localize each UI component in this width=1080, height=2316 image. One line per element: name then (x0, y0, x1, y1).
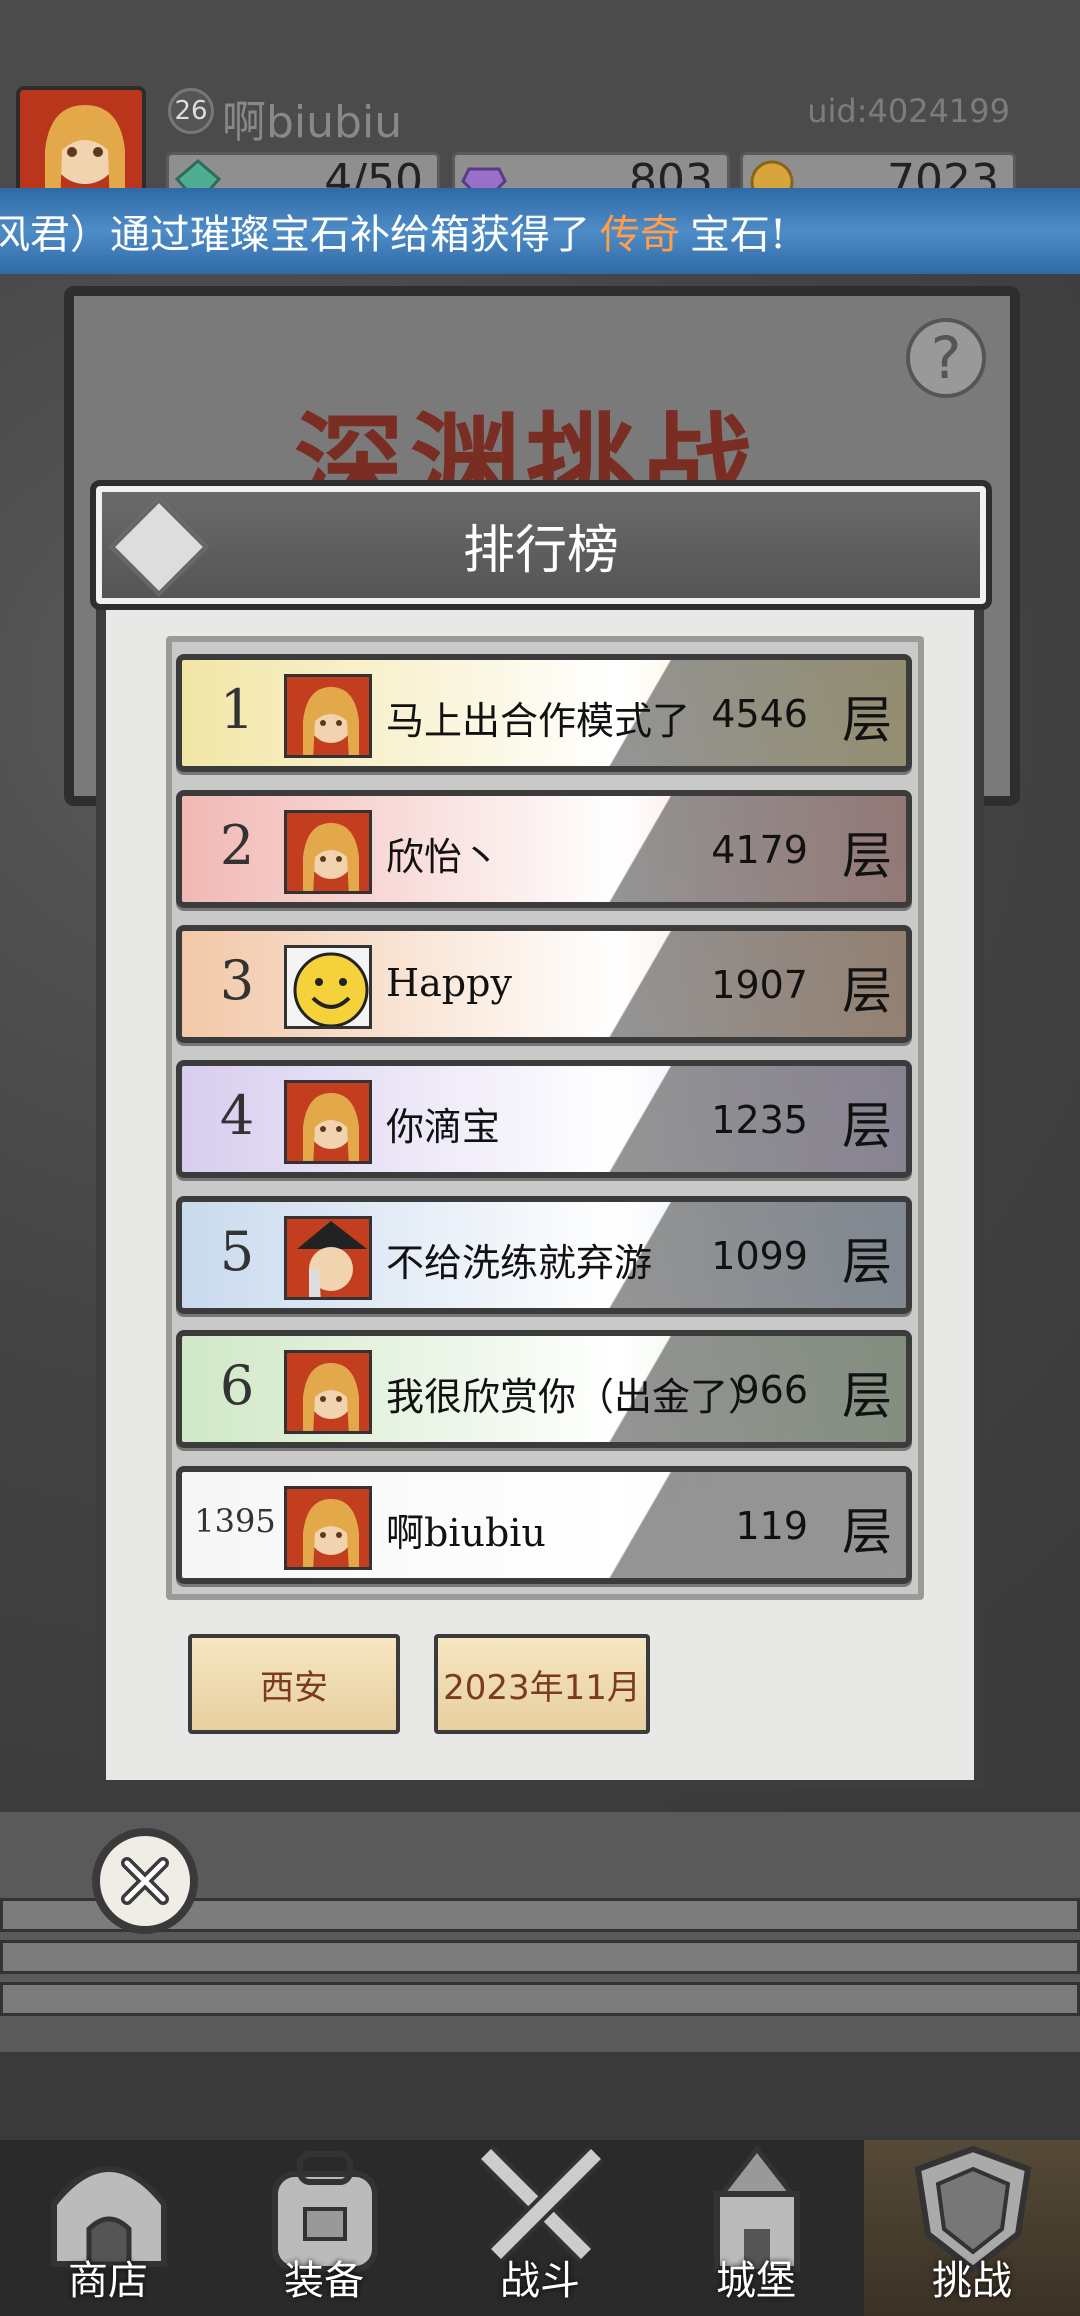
rank-number: 5 (219, 1220, 255, 1283)
girl-avatar-icon (284, 674, 372, 758)
floor-unit: 层 (842, 691, 892, 749)
girl-avatar-icon (284, 1350, 372, 1434)
witch-avatar-icon (284, 1216, 372, 1300)
player-name: 你滴宝 (386, 1105, 501, 1149)
uid-label: uid:4024199 (807, 92, 1010, 130)
date-filter-button[interactable]: 2023年11月 (434, 1634, 650, 1734)
nav-shield[interactable]: 挑战 (864, 2140, 1080, 2316)
floor-score: 1235 (711, 1098, 808, 1142)
rank-number: 1395 (194, 1502, 276, 1540)
player-name: 啊biubiu (222, 97, 403, 148)
close-icon (121, 1857, 169, 1905)
ranking-icon (109, 497, 209, 597)
girl-avatar-icon (284, 810, 372, 894)
rank-number: 6 (219, 1354, 255, 1417)
nav-backpack[interactable]: 装备 (216, 2140, 432, 2316)
nav-castle[interactable]: 城堡 (648, 2140, 864, 2316)
player-name: 欣怡丶 (386, 835, 501, 879)
marquee-suffix: 宝石! (690, 212, 787, 258)
player-name: 我很欣赏你（出金了） (386, 1375, 767, 1419)
leaderboard-row[interactable]: 3 Happy 1907 层 (176, 925, 912, 1043)
player-name: 马上出合作模式了 (386, 699, 691, 743)
nav-label: 商店 (68, 2258, 148, 2304)
smiley-avatar-icon (284, 945, 372, 1029)
level-badge: 26 (168, 88, 214, 134)
wall-brick-row (0, 1982, 1080, 2016)
floor-unit: 层 (842, 1233, 892, 1291)
leaderboard-row[interactable]: 4 你滴宝 1235 层 (176, 1060, 912, 1178)
floor-score: 966 (735, 1368, 808, 1412)
leaderboard-header: 排行榜 (90, 480, 992, 610)
leaderboard-row[interactable]: 1395 啊biubiu 119 层 (176, 1466, 912, 1584)
rank-number: 2 (219, 814, 255, 877)
rank-number: 4 (219, 1084, 255, 1147)
leaderboard-title: 排行榜 (462, 520, 619, 581)
wall-base (0, 2052, 1080, 2144)
nav-label: 战斗 (500, 2258, 580, 2304)
floor-unit: 层 (842, 962, 892, 1020)
nav-label: 城堡 (716, 2258, 796, 2304)
floor-unit: 层 (842, 1367, 892, 1425)
girl-avatar-icon (284, 1486, 372, 1570)
rank-number: 3 (219, 949, 255, 1012)
girl-avatar-icon (284, 1080, 372, 1164)
player-name: 不给洗练就弃游 (386, 1241, 653, 1285)
floor-score: 1907 (711, 963, 808, 1007)
floor-unit: 层 (842, 827, 892, 885)
player-name: 啊biubiu (386, 1511, 546, 1555)
floor-score: 4546 (711, 692, 808, 736)
leaderboard-row[interactable]: 5 不给洗练就弃游 1099 层 (176, 1196, 912, 1314)
floor-unit: 层 (842, 1503, 892, 1561)
wall-brick-row (0, 1940, 1080, 1974)
nav-label: 装备 (284, 2258, 364, 2304)
nav-crossed-swords[interactable]: 战斗 (432, 2140, 648, 2316)
help-button[interactable]: ? (906, 318, 986, 398)
leaderboard-row[interactable]: 2 欣怡丶 4179 层 (176, 790, 912, 908)
leaderboard-row[interactable]: 1 马上出合作模式了 4546 层 (176, 654, 912, 772)
player-name: Happy (386, 961, 512, 1005)
rank-number: 1 (219, 678, 255, 741)
marquee-highlight: 传奇 (600, 212, 680, 258)
floor-score: 1099 (711, 1234, 808, 1278)
nav-label: 挑战 (932, 2258, 1012, 2304)
floor-unit: 层 (842, 1097, 892, 1155)
nav-shop[interactable]: 商店 (0, 2140, 216, 2316)
floor-score: 119 (735, 1504, 808, 1548)
announcement-marquee: 风君）通过璀璨宝石补给箱获得了 传奇 宝石! (0, 188, 1080, 274)
leaderboard-row[interactable]: 6 我很欣赏你（出金了） 966 层 (176, 1330, 912, 1448)
floor-score: 4179 (711, 828, 808, 872)
region-filter-button[interactable]: 西安 (188, 1634, 400, 1734)
marquee-prefix: 风君）通过璀璨宝石补给箱获得了 (0, 212, 590, 258)
close-button[interactable] (92, 1828, 198, 1934)
